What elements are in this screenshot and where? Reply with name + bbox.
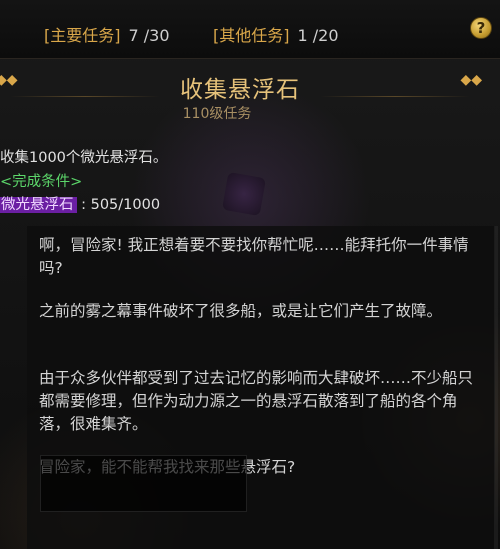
tab-other-label: [其他任务]	[213, 26, 290, 45]
completion-condition-label: <完成条件>	[0, 174, 83, 190]
quest-level: 110级任务	[182, 106, 252, 122]
quest-progress: 微光悬浮石 : 505/1000	[0, 193, 160, 214]
dialogue-paragraph: 之前的雾之幕事件破坏了很多船，或是让它们产生了故障。	[39, 302, 443, 320]
dialogue-paragraph: 啊，冒险家! 我正想着要不要找你帮忙呢……能拜托你一件事情吗?	[39, 236, 469, 277]
help-icon[interactable]: ?	[470, 17, 492, 39]
tab-other-count: 1 /20	[297, 26, 339, 45]
bottom-panel	[40, 455, 247, 512]
item-name-link[interactable]: 微光悬浮石	[0, 197, 77, 213]
scrollbar[interactable]	[494, 226, 498, 549]
background-object	[221, 171, 267, 217]
tab-main-quests[interactable]: [主要任务] 7 /30	[44, 22, 170, 46]
quest-window: [主要任务] 7 /30 [其他任务] 1 /20 ? ◆◆ 收集悬浮石 110级任…	[0, 0, 500, 549]
tab-main-label: [主要任务]	[44, 26, 121, 45]
double-chevron-right-icon[interactable]: ◆◆	[460, 72, 482, 88]
dialogue-paragraph: 由于众多伙伴都受到了过去记忆的影响而大肆破坏……不少船只都需要修理，但作为动力源…	[39, 369, 474, 433]
header-divider-right	[320, 96, 470, 97]
tab-other-quests[interactable]: [其他任务] 1 /20	[213, 22, 339, 46]
quest-objective: 收集1000个微光悬浮石。	[0, 150, 168, 166]
quest-header: ◆◆ 收集悬浮石 110级任务 ◆◆	[0, 58, 500, 130]
quest-tab-bar: [主要任务] 7 /30 [其他任务] 1 /20 ?	[0, 0, 500, 59]
tab-main-count: 7 /30	[128, 26, 170, 45]
quest-title: 收集悬浮石	[180, 77, 300, 103]
progress-value: : 505/1000	[76, 197, 161, 213]
